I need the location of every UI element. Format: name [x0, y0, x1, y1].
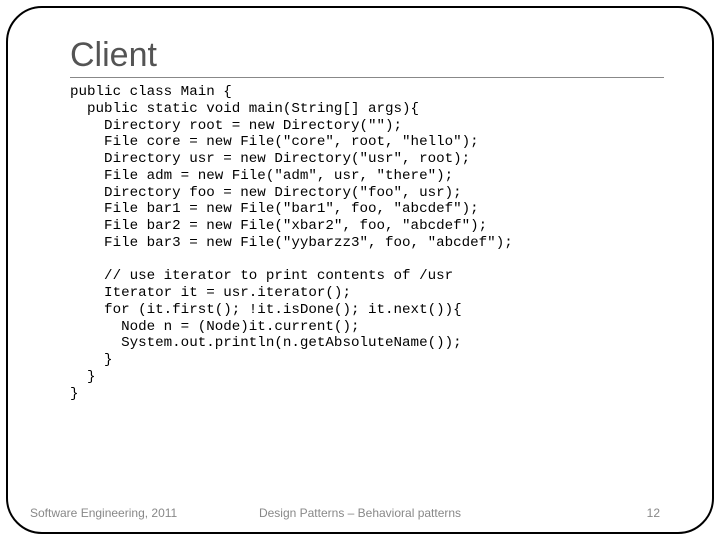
footer-center: Design Patterns – Behavioral patterns: [259, 506, 461, 520]
footer-page-number: 12: [647, 506, 660, 520]
slide-frame: Client public class Main { public static…: [6, 6, 714, 534]
code-block: public class Main { public static void m…: [70, 84, 664, 402]
footer-left: Software Engineering, 2011: [30, 506, 177, 520]
slide-title: Client: [70, 36, 664, 78]
slide-footer: Software Engineering, 2011 Design Patter…: [0, 506, 720, 520]
